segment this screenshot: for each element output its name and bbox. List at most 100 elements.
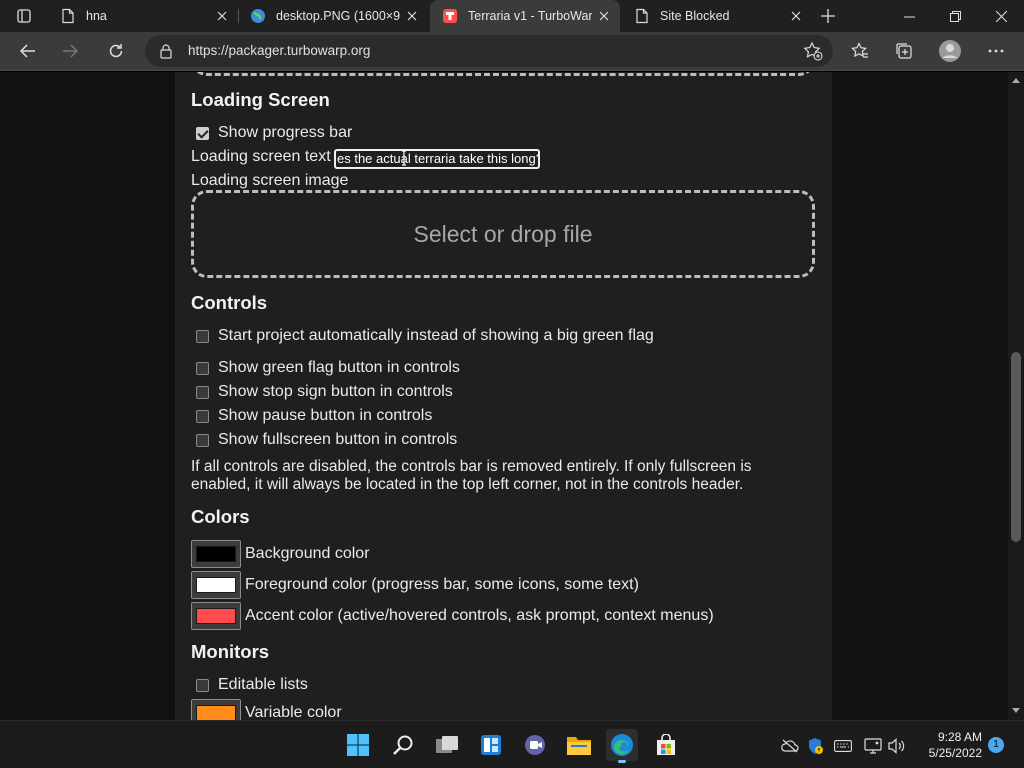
lock-icon <box>160 44 172 59</box>
profile-button[interactable] <box>934 36 966 66</box>
pause-option[interactable]: Show pause button in controls <box>191 407 432 425</box>
page-icon <box>62 8 74 24</box>
tab-hna[interactable]: hna <box>48 0 238 32</box>
taskbar-clock[interactable]: 9:28 AM 5/25/2022 <box>918 729 982 761</box>
file-explorer-button[interactable] <box>563 729 595 761</box>
tab-desktop-png[interactable]: desktop.PNG (1600×900) <box>238 0 428 32</box>
accent-color-picker[interactable] <box>191 602 241 630</box>
loading-screen-text-input[interactable]: es the actual terraria take this long? <box>334 149 540 169</box>
start-button[interactable] <box>342 729 374 761</box>
stop-sign-label: Show stop sign button in controls <box>218 383 453 400</box>
scroll-up-arrow-icon[interactable] <box>1012 78 1020 83</box>
tab-site-blocked[interactable]: Site Blocked <box>622 0 812 32</box>
notification-badge[interactable]: 1 <box>988 737 1004 753</box>
clock-time: 9:28 AM <box>937 730 982 744</box>
minimize-icon <box>903 16 915 17</box>
tab-title: Terraria v1 - TurboWarp <box>468 9 592 23</box>
teams-chat-button[interactable] <box>519 729 551 761</box>
network-offline-tray[interactable] <box>779 735 801 757</box>
autostart-checkbox[interactable] <box>196 329 209 343</box>
pause-label: Show pause button in controls <box>218 407 433 424</box>
tab-title: desktop.PNG (1600×900) <box>276 9 400 23</box>
microsoft-store-button[interactable] <box>650 729 682 761</box>
tab-strip: hna desktop.PNG (1600×900) Terraria v1 -… <box>0 0 1024 32</box>
active-app-indicator <box>618 760 626 763</box>
tab-title: Site Blocked <box>660 9 730 23</box>
previous-dropzone[interactable] <box>191 72 815 76</box>
address-bar[interactable]: https://packager.turbowarp.org <box>145 35 833 67</box>
keyboard-tray[interactable] <box>832 735 854 757</box>
search-icon <box>393 735 413 755</box>
fullscreen-option[interactable]: Show fullscreen button in controls <box>191 431 457 449</box>
volume-tray[interactable] <box>886 735 908 757</box>
globe-icon <box>251 9 265 23</box>
scrollbar-thumb[interactable] <box>1011 352 1021 542</box>
stop-sign-checkbox[interactable] <box>196 385 209 399</box>
security-tray[interactable] <box>804 735 826 757</box>
close-tab-icon[interactable] <box>592 4 616 28</box>
settings-more-button[interactable] <box>980 36 1012 66</box>
show-progress-bar-option[interactable]: Show progress bar <box>191 124 352 142</box>
green-flag-option[interactable]: Show green flag button in controls <box>191 359 460 377</box>
minimize-button[interactable] <box>886 0 932 32</box>
widgets-button[interactable] <box>475 729 507 761</box>
fullscreen-label: Show fullscreen button in controls <box>218 431 458 448</box>
edge-browser-button[interactable] <box>606 729 638 763</box>
page-viewport: Loading Screen Show progress bar Loading… <box>0 72 1008 720</box>
tab-terraria-turbowarp[interactable]: Terraria v1 - TurboWarp <box>430 0 620 32</box>
fullscreen-checkbox[interactable] <box>196 433 209 447</box>
windows-taskbar: 9:28 AM 5/25/2022 1 <box>0 720 1024 768</box>
foreground-color-fill <box>196 577 236 593</box>
loading-screen-image-dropzone[interactable]: Select or drop file <box>191 190 815 278</box>
close-tab-icon[interactable] <box>210 4 234 28</box>
browser-toolbar: https://packager.turbowarp.org <box>0 32 1024 71</box>
shield-icon <box>809 738 823 754</box>
favorites-button[interactable] <box>844 36 876 66</box>
monitors-heading: Monitors <box>191 641 270 662</box>
colors-heading: Colors <box>191 506 250 527</box>
task-view-button[interactable] <box>431 729 463 761</box>
tab-actions-button[interactable] <box>0 0 48 32</box>
green-flag-checkbox[interactable] <box>196 361 209 375</box>
autostart-label: Start project automatically instead of s… <box>218 327 654 344</box>
collections-icon <box>896 43 912 59</box>
edge-icon <box>611 734 633 756</box>
foreground-color-picker[interactable] <box>191 571 241 599</box>
display-network-tray[interactable] <box>862 735 884 757</box>
page-scrollbar[interactable] <box>1008 72 1024 720</box>
background-color-picker[interactable] <box>191 540 241 568</box>
back-button[interactable] <box>12 36 44 66</box>
loading-screen-text-label: Loading screen text <box>191 148 331 165</box>
stop-sign-option[interactable]: Show stop sign button in controls <box>191 383 453 401</box>
show-progress-bar-checkbox[interactable] <box>196 126 209 140</box>
restore-button[interactable] <box>932 0 978 32</box>
variable-color-picker[interactable] <box>191 699 241 720</box>
more-icon <box>988 49 1004 53</box>
forward-button[interactable] <box>54 36 86 66</box>
back-arrow-icon <box>20 44 35 58</box>
search-button[interactable] <box>387 729 419 761</box>
pause-checkbox[interactable] <box>196 409 209 423</box>
background-color-fill <box>196 546 236 562</box>
editable-lists-label: Editable lists <box>218 676 308 693</box>
editable-lists-option[interactable]: Editable lists <box>191 676 308 694</box>
editable-lists-checkbox[interactable] <box>196 678 209 692</box>
chat-icon <box>525 735 545 755</box>
close-tab-icon[interactable] <box>400 4 424 28</box>
scroll-down-arrow-icon[interactable] <box>1012 708 1020 713</box>
close-window-button[interactable] <box>978 0 1024 32</box>
add-favorite-icon[interactable] <box>803 41 823 61</box>
background-color-row: Background color <box>191 540 370 568</box>
collections-button[interactable] <box>888 36 920 66</box>
new-tab-button[interactable] <box>816 4 840 28</box>
loading-screen-image-row: Loading screen image <box>191 172 348 190</box>
folder-icon <box>567 737 591 755</box>
accent-color-row: Accent color (active/hovered controls, a… <box>191 602 714 630</box>
tab-title: hna <box>86 9 107 23</box>
loading-screen-image-label: Loading screen image <box>191 172 349 189</box>
autostart-option[interactable]: Start project automatically instead of s… <box>191 327 654 345</box>
refresh-button[interactable] <box>100 36 132 66</box>
avatar-icon <box>939 40 961 62</box>
url-text: https://packager.turbowarp.org <box>188 43 371 58</box>
close-tab-icon[interactable] <box>784 4 808 28</box>
